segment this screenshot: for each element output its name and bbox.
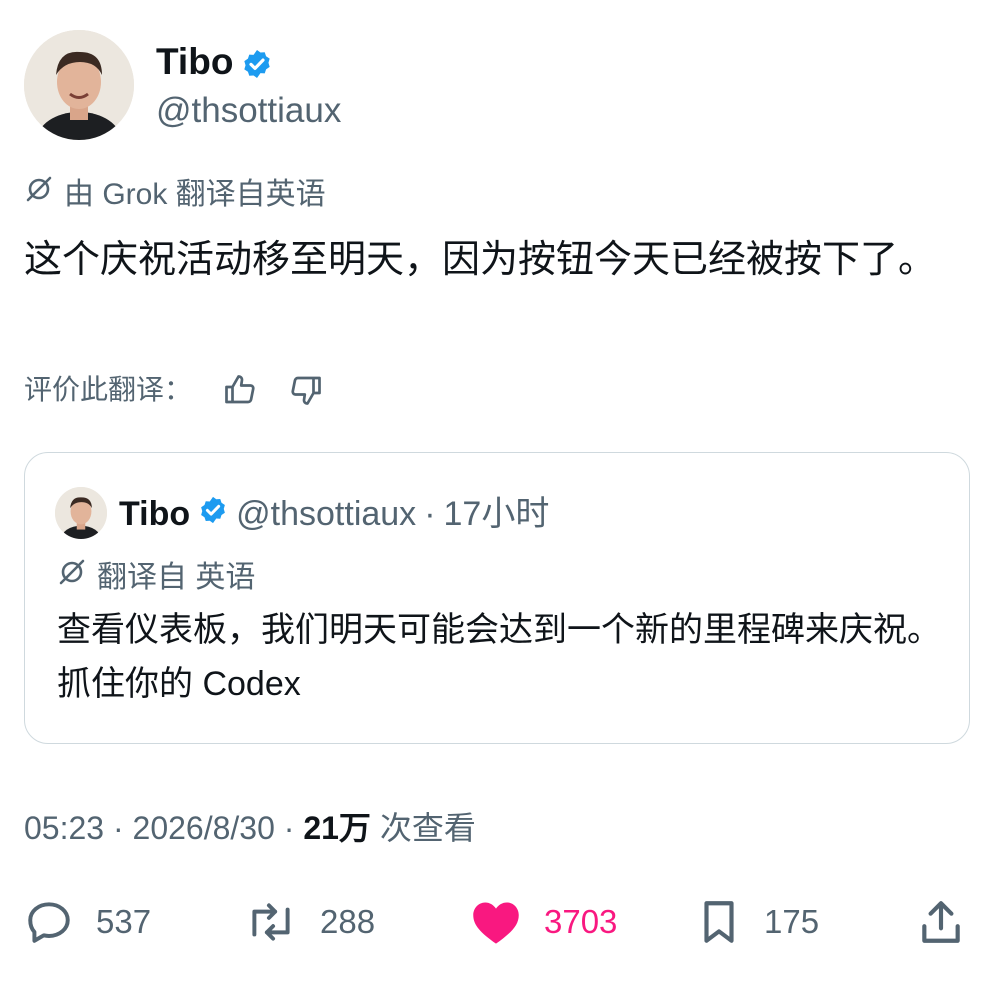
author-name[interactable]: Tibo [156, 40, 233, 84]
like-heart-icon [470, 897, 522, 947]
quoted-separator: · [424, 495, 436, 533]
share-button[interactable] [918, 892, 964, 952]
quoted-author-avatar[interactable] [55, 487, 107, 539]
translation-label-text: 由 Grok 翻译自英语 [64, 177, 326, 211]
quoted-author-name[interactable]: Tibo [119, 493, 190, 535]
reply-count: 537 [96, 903, 152, 940]
verified-badge-icon [198, 493, 228, 535]
share-icon [918, 897, 964, 947]
bookmark-button[interactable]: 175 [696, 892, 819, 952]
repost-button[interactable]: 288 [244, 892, 375, 952]
thumbs-up-icon[interactable] [222, 372, 258, 408]
post-time[interactable]: 05:23 [24, 810, 104, 846]
repost-count: 288 [320, 903, 376, 940]
views-count: 21万 [303, 810, 371, 846]
post-text: 这个庆祝活动移至明天，因为按钮今天已经被按下了。 [24, 239, 937, 281]
reply-icon [24, 897, 74, 947]
post-meta: 05:23 · 2026/8/30 · 21万 次查看 [24, 806, 476, 850]
rate-translation-label: 评价此翻译： [24, 374, 193, 405]
bookmark-count: 175 [764, 903, 820, 940]
translation-label[interactable]: 由 Grok 翻译自英语 [24, 174, 326, 215]
quoted-post-text: 查看仪表板，我们明天可能会达到一个新的里程碑来庆祝。抓住你的 Codex [57, 611, 941, 703]
grok-icon [24, 174, 54, 215]
reply-button[interactable]: 537 [24, 892, 151, 952]
views-label: 次查看 [370, 810, 476, 846]
post-date[interactable]: 2026/8/30 [133, 810, 275, 846]
thumbs-down-icon[interactable] [288, 372, 324, 408]
repost-icon [244, 897, 298, 947]
bookmark-icon [696, 897, 742, 947]
verified-badge-icon [241, 46, 273, 78]
quoted-author-handle[interactable]: @thsottiaux [236, 493, 416, 535]
quoted-post-header: Tibo @thsottiaux · 17小时 [119, 493, 549, 535]
quoted-translation-label: 翻译自 英语 [57, 557, 255, 598]
action-bar: 537 288 3703 175 [24, 892, 974, 952]
like-count: 3703 [544, 903, 618, 940]
quoted-post-time[interactable]: 17小时 [444, 493, 550, 535]
quoted-translation-text: 翻译自 英语 [97, 560, 256, 594]
like-button[interactable]: 3703 [470, 892, 617, 952]
quoted-post-card[interactable]: Tibo @thsottiaux · 17小时 翻译自 英语 查看仪表板，我们明… [24, 452, 970, 744]
meta-separator: · [274, 810, 304, 846]
author-name-row[interactable]: Tibo [156, 40, 273, 84]
author-handle[interactable]: @thsottiaux [156, 90, 341, 132]
grok-icon [57, 557, 87, 598]
meta-separator: · [104, 810, 133, 846]
rate-translation: 评价此翻译： [24, 370, 324, 410]
author-avatar[interactable] [24, 30, 134, 140]
